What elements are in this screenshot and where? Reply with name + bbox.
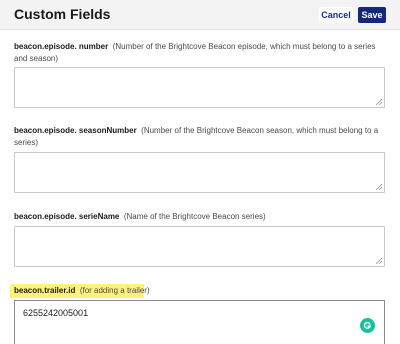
field-name: beacon.episode. serieName — [14, 212, 120, 221]
trailer-id-textarea[interactable]: 6255242005001 — [14, 300, 385, 344]
header-bar: Custom Fields Cancel Save — [0, 0, 400, 30]
grammarly-g-icon — [363, 321, 372, 329]
resize-handle-icon[interactable] — [376, 184, 382, 190]
field-label-season-number: beacon.episode. seasonNumber (Number of … — [14, 125, 390, 149]
save-button[interactable]: Save — [358, 7, 386, 23]
resize-handle-icon[interactable] — [376, 99, 382, 105]
grammarly-icon[interactable] — [360, 318, 375, 333]
page-title: Custom Fields — [14, 6, 111, 22]
field-label-episode-number: beacon.episode. number (Number of the Br… — [14, 41, 390, 65]
resize-handle-icon[interactable] — [376, 258, 382, 264]
field-description: (Name of the Brightcove Beacon series) — [123, 212, 266, 221]
serie-name-textarea[interactable] — [14, 226, 385, 267]
field-value: 6255242005001 — [23, 308, 89, 318]
field-label-serie-name: beacon.episode. serieName (Name of the B… — [14, 211, 390, 223]
episode-number-textarea[interactable] — [14, 67, 385, 108]
field-name: beacon.trailer.id — [14, 286, 76, 295]
field-name: beacon.episode. number — [14, 42, 109, 51]
field-label-trailer-id: beacon.trailer.id (for adding a trailer) — [14, 285, 150, 297]
field-name: beacon.episode. seasonNumber — [14, 126, 137, 135]
field-description: (for adding a trailer) — [79, 286, 150, 295]
cancel-button[interactable]: Cancel — [319, 7, 353, 23]
season-number-textarea[interactable] — [14, 152, 385, 193]
